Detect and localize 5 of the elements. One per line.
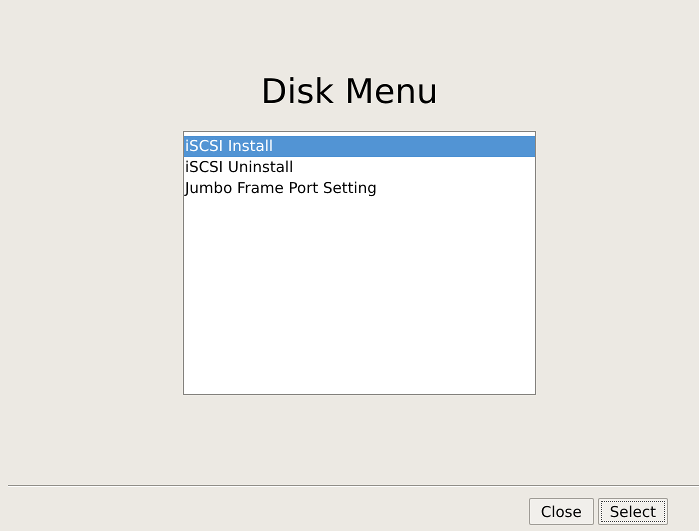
close-button[interactable]: Close: [528, 498, 594, 525]
list-item[interactable]: Jumbo Frame Port Setting: [184, 178, 535, 199]
select-button[interactable]: Select: [598, 498, 668, 525]
list-item[interactable]: iSCSI Uninstall: [184, 157, 535, 178]
dialog-title: Disk Menu: [260, 71, 440, 114]
